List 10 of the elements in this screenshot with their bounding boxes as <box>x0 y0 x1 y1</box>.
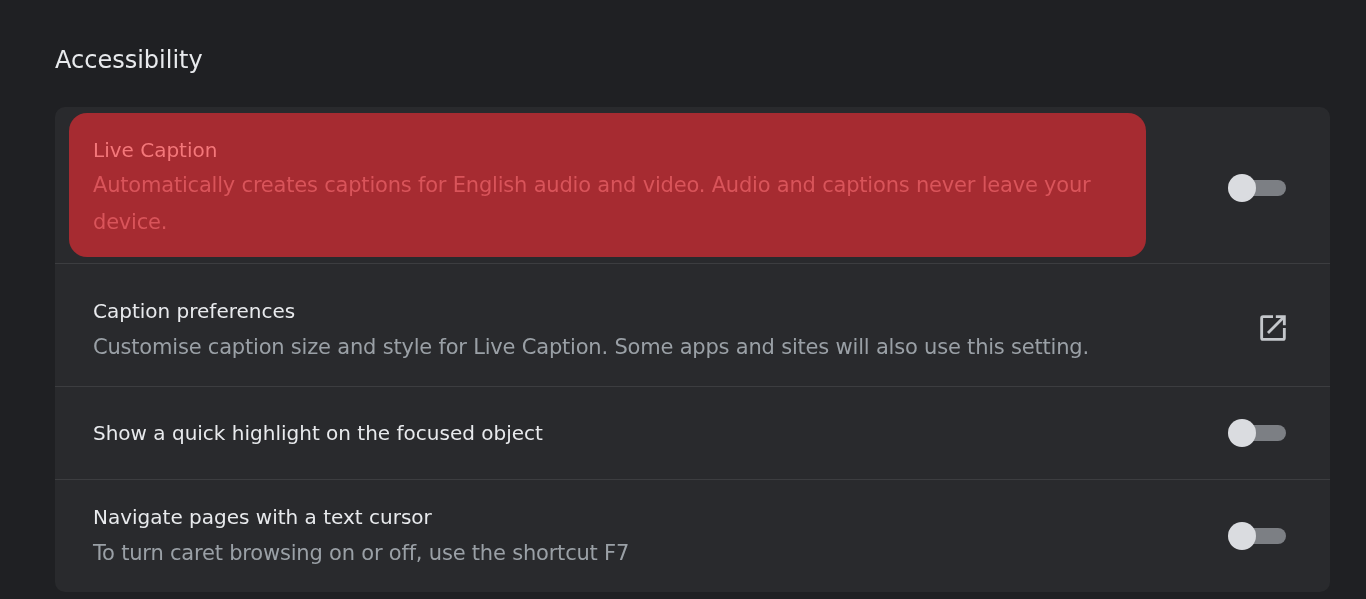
setting-label: Live Caption <box>93 137 219 164</box>
setting-description: To turn caret browsing on or off, use the shortcut F7 <box>93 540 631 567</box>
section-title: Accessibility <box>55 45 203 76</box>
setting-label: Show a quick highlight on the focused object <box>93 420 544 447</box>
setting-label: Caption preferences <box>93 298 297 325</box>
setting-description: Customise caption size and style for Live Caption. Some apps and sites will also use this setting. <box>93 334 1090 361</box>
toggle-switch[interactable] <box>1228 173 1286 203</box>
toggle-switch[interactable] <box>1228 418 1286 448</box>
setting-label: Navigate pages with a text cursor <box>93 504 433 531</box>
toggle-switch[interactable] <box>1228 521 1286 551</box>
